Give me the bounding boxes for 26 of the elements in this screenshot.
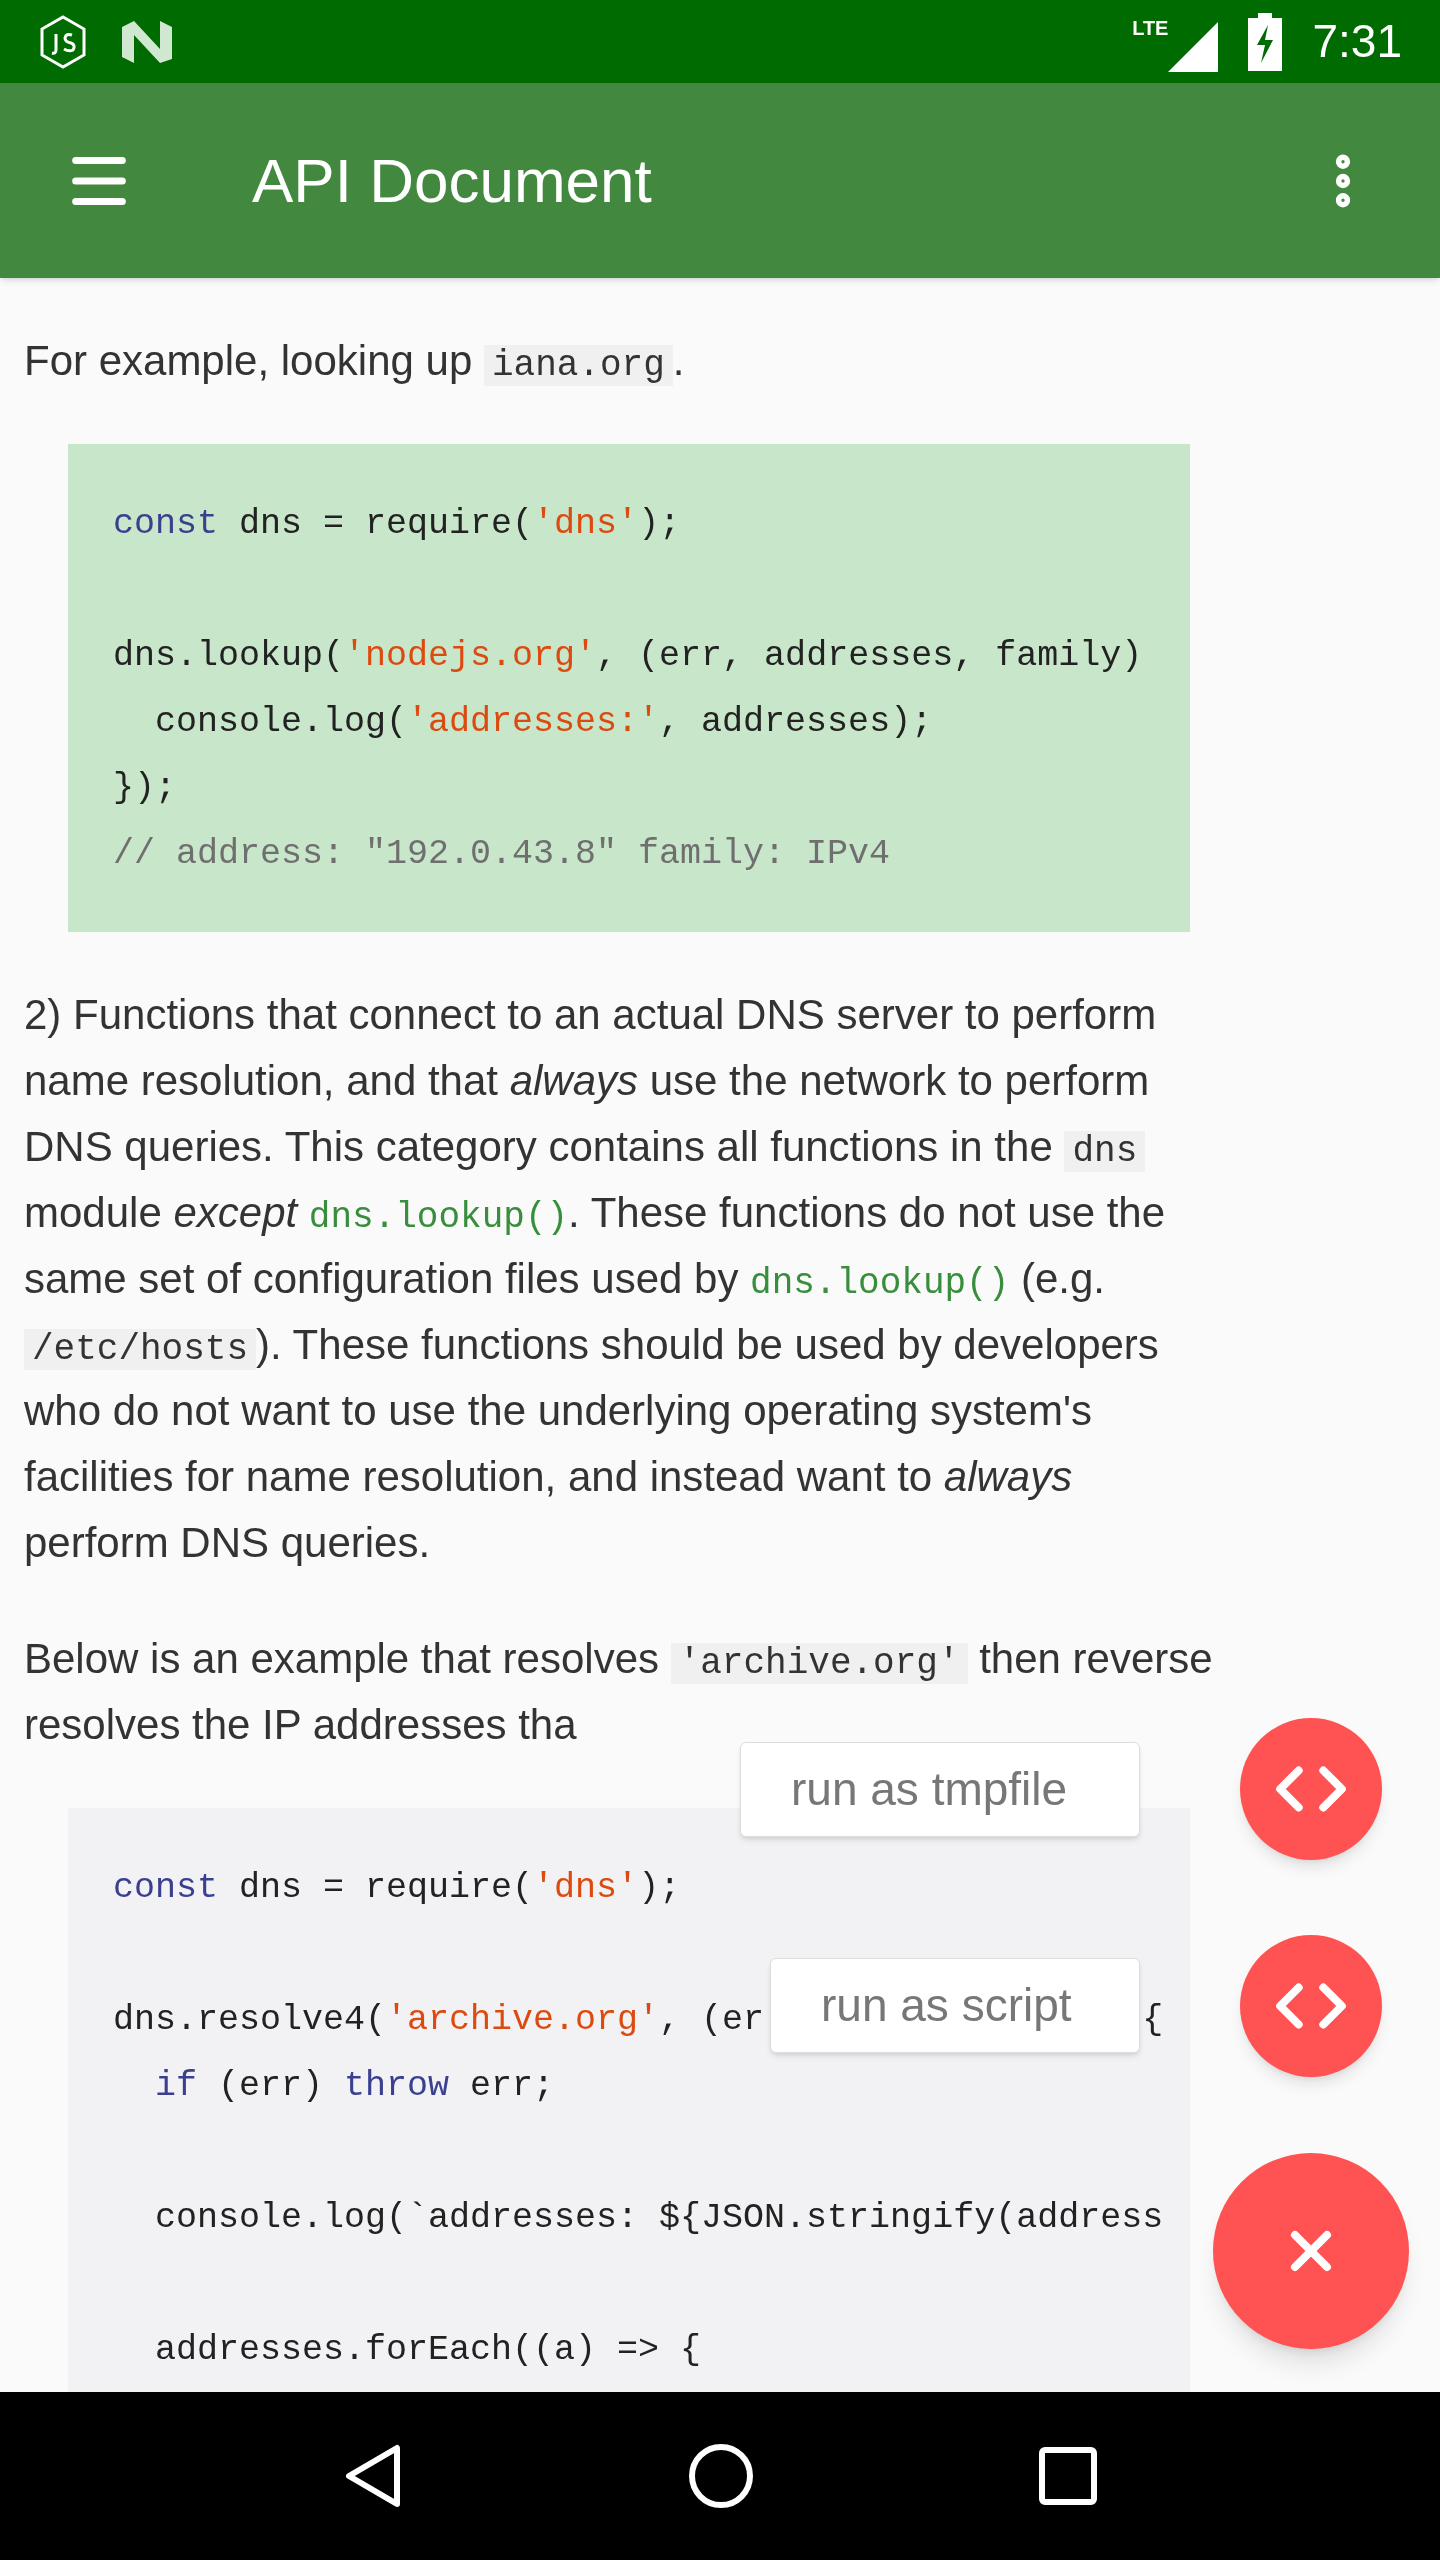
paragraph: For example, looking up iana.org .: [23, 336, 686, 388]
paragraph: 2) Functions that connect to an actual DNS server to perform name resolution, and that always use the network to perform DNS queries. This category contains all functions in the dns module except dns.lookup(). These functions do not use the same set of configuration files used by dns.lookup() (e.g. /etc/hosts ). These functions should be used by developers who do not want to use the underlying operating system's facilities for name resolution, and instead want to always perform DNS queries.: [23, 990, 1167, 1568]
action-label[interactable]: run as tmpfile: [740, 1742, 1140, 1837]
recents-icon[interactable]: [1039, 2447, 1098, 2505]
network-label: LTE: [1132, 17, 1169, 38]
logo-icon: [120, 18, 174, 65]
action-label[interactable]: run as script: [770, 1958, 1140, 2053]
code-line: addresses.forEach((a) => {: [155, 2329, 702, 2372]
code-text: {: [1142, 1999, 1164, 2042]
code-link[interactable]: dns.lookup(): [308, 1197, 569, 1238]
clock: 7:31: [1312, 14, 1402, 69]
code-line: });: [113, 767, 176, 810]
code-line: // address: "192.0.43.8" family: IPv4: [113, 833, 891, 876]
code-line: if (err) throw err;: [155, 2065, 555, 2108]
signal-icon: [1168, 21, 1219, 72]
code-line: const dns = require('dns');: [113, 503, 681, 546]
home-icon[interactable]: [688, 2443, 754, 2509]
battery-icon: [1248, 12, 1283, 71]
code-line: console.log(`addresses: ${JSON.stringify(address: [155, 2197, 1164, 2240]
code-link[interactable]: dns.lookup(): [750, 1263, 1010, 1304]
code-line: dns.resolve4('archive.org', (er: [113, 1999, 765, 2042]
code-line: dns.lookup('nodejs.org', (err, addresses, family): [113, 635, 1143, 678]
hexagon-icon: [38, 13, 88, 70]
code-line: const dns = require('dns');: [113, 1867, 681, 1910]
code-line: console.log('addresses:', addresses);: [155, 701, 933, 744]
app-title: API Document: [252, 145, 652, 217]
